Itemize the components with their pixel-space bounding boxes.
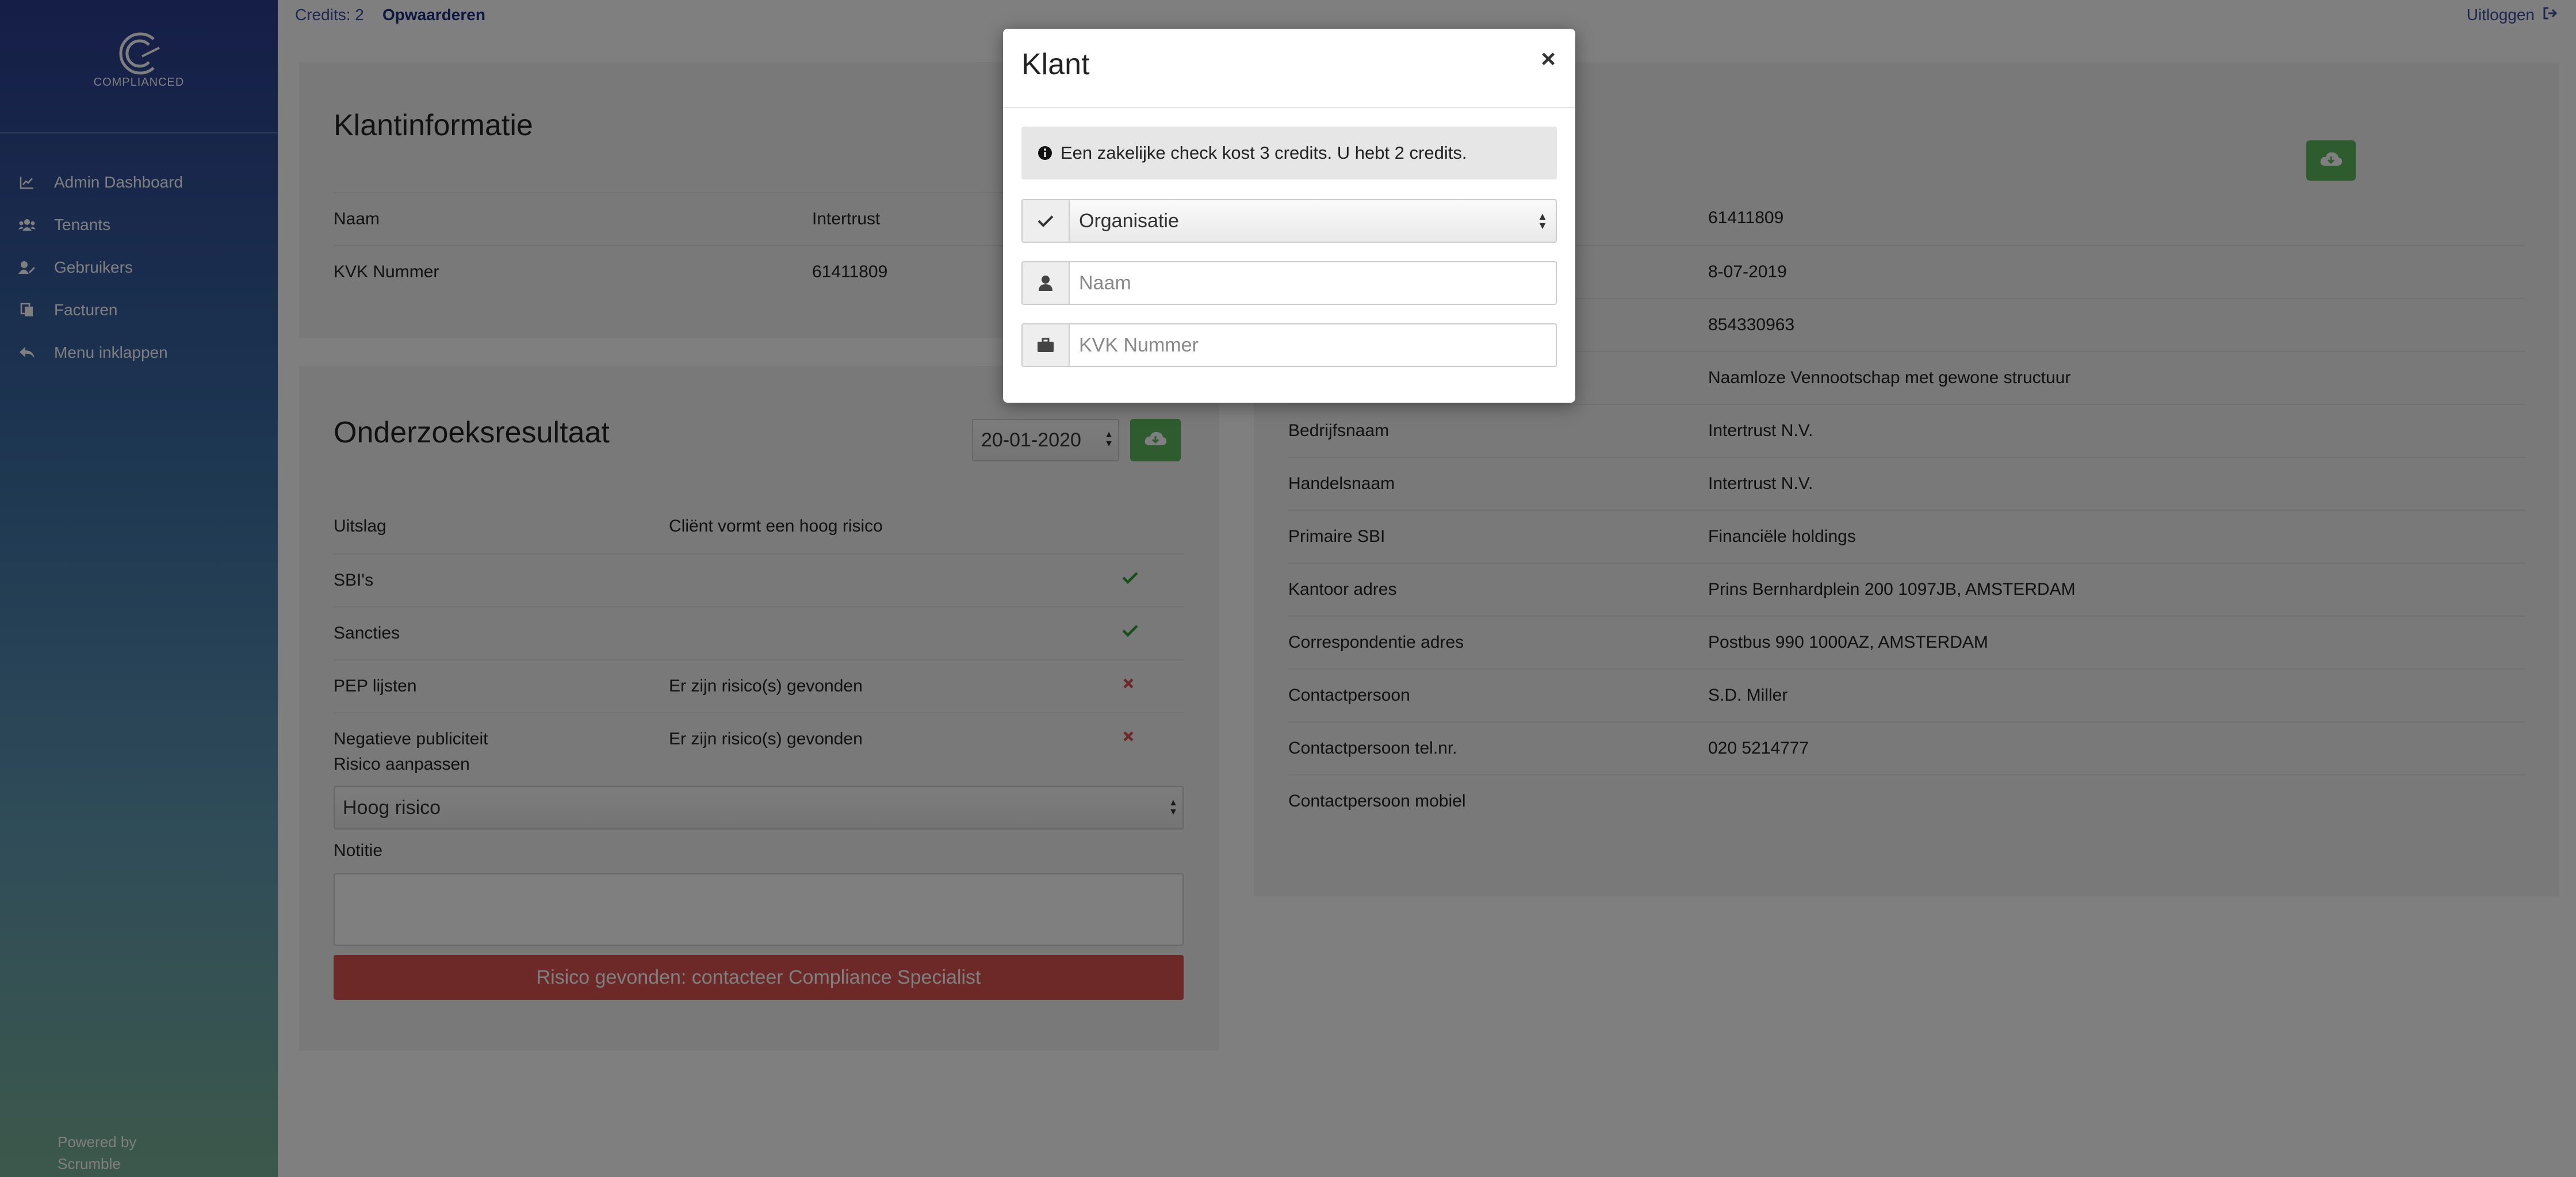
kvk-input-group: KVK Nummer [1021, 323, 1557, 367]
modal-divider [1003, 107, 1575, 108]
user-icon [1021, 261, 1069, 305]
kvk-input[interactable]: KVK Nummer [1069, 323, 1557, 367]
type-select[interactable]: Organisatie ▲ ▼ [1069, 199, 1557, 243]
name-input-group: Naam [1021, 261, 1557, 305]
type-select-value: Organisatie [1079, 209, 1179, 232]
check-icon [1021, 199, 1069, 243]
close-icon[interactable]: × [1541, 45, 1556, 74]
briefcase-icon [1021, 323, 1069, 367]
type-select-group: Organisatie ▲ ▼ [1021, 199, 1557, 243]
info-circle-icon [1038, 146, 1052, 160]
modal-title: Klant [1021, 48, 1090, 81]
credits-alert: Een zakelijke check kost 3 credits. U he… [1021, 127, 1557, 179]
customer-modal: Klant × Een zakelijke check kost 3 credi… [1003, 29, 1575, 403]
credits-alert-text: Een zakelijke check kost 3 credits. U he… [1061, 143, 1467, 163]
name-input[interactable]: Naam [1069, 261, 1557, 305]
select-arrows-icon: ▲▼ [1537, 211, 1548, 231]
